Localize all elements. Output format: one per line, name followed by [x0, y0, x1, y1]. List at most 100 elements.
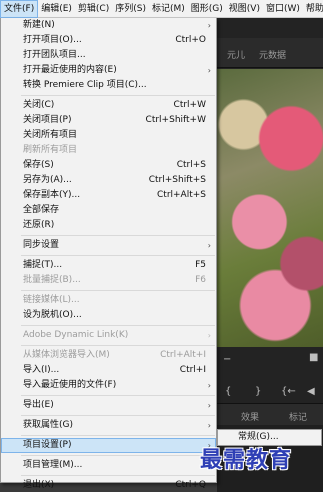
menu-item-label: 退出(X): [23, 480, 55, 490]
file-menu-item[interactable]: 设为脱机(O)...: [1, 308, 216, 323]
file-menu-item[interactable]: 全部保存: [1, 203, 216, 218]
menu-item-label: 链接媒体(L)...: [23, 295, 80, 305]
panel-tab-strip: 元儿 元数据: [217, 38, 323, 68]
menu-item-shortcut: Ctrl+I: [179, 365, 206, 375]
file-menu-item[interactable]: 转换 Premiere Clip 项目(C)...: [1, 78, 216, 93]
file-menu-item[interactable]: 获取属性(G) ›: [1, 418, 216, 433]
menu-item-label: 关闭(C): [23, 100, 55, 110]
menu-item-shortcut: Ctrl+O: [175, 35, 206, 45]
menu-item-label: 同步设置: [23, 240, 60, 250]
menu-item-shortcut: Ctrl+Alt+I: [160, 350, 206, 360]
tab-markers[interactable]: 标记: [289, 410, 307, 423]
file-menu-item[interactable]: 捕捉(T)... F5: [1, 258, 216, 273]
menu-separator: [21, 415, 215, 416]
menu-item-label: 另存为(A)...: [23, 175, 72, 185]
menu-item-label: 关闭项目(P): [23, 115, 72, 125]
step-back-icon[interactable]: ◀: [307, 386, 315, 397]
go-to-in-icon[interactable]: {←: [281, 386, 296, 397]
menu-item-label: 还原(R): [23, 220, 55, 230]
menu-file[interactable]: 文件(F): [0, 0, 39, 18]
file-menu-item[interactable]: 项目管理(M)...: [1, 458, 216, 473]
file-menu-item[interactable]: 项目设置(P) ›: [1, 438, 216, 453]
file-menu-item: 批量捕捉(B)... F6: [1, 273, 216, 288]
menu-bar: 文件(F) 编辑(E) 剪辑(C) 序列(S) 标记(M) 图形(G) 视图(V…: [0, 0, 323, 18]
menu-separator: [21, 255, 215, 256]
mark-in-icon[interactable]: {: [225, 386, 231, 397]
mark-out-icon[interactable]: }: [255, 386, 261, 397]
menu-item-label: 导入(I)...: [23, 365, 60, 375]
file-menu-item[interactable]: 退出(X) Ctrl+Q: [1, 478, 216, 492]
menu-sequence[interactable]: 序列(S): [112, 0, 149, 18]
file-menu-item: 从媒体浏览器导入(M) Ctrl+Alt+I: [1, 348, 216, 363]
file-menu-item[interactable]: 导入最近使用的文件(F) ›: [1, 378, 216, 393]
file-menu-item[interactable]: 另存为(A)... Ctrl+Shift+S: [1, 173, 216, 188]
menu-clip[interactable]: 剪辑(C): [75, 0, 112, 18]
menu-item-label: 捕捉(T)...: [23, 260, 63, 270]
file-menu-item[interactable]: 关闭项目(P) Ctrl+Shift+W: [1, 113, 216, 128]
file-menu-item[interactable]: 保存副本(Y)... Ctrl+Alt+S: [1, 188, 216, 203]
file-menu-item[interactable]: 打开团队项目...: [1, 48, 216, 63]
menu-view[interactable]: 视图(V): [226, 0, 263, 18]
menu-item-shortcut: Ctrl+Shift+S: [148, 175, 206, 185]
lower-tab-strip: 效果 标记: [217, 403, 323, 425]
menu-separator: [21, 325, 215, 326]
settings-icon[interactable]: ■: [309, 352, 318, 363]
menu-item-label: 保存(S): [23, 160, 54, 170]
file-menu-item[interactable]: 还原(R): [1, 218, 216, 233]
menu-item-shortcut: Ctrl+Alt+S: [157, 190, 206, 200]
menu-item-label: 从媒体浏览器导入(M): [23, 350, 110, 360]
file-menu-item: 链接媒体(L)...: [1, 293, 216, 308]
zoom-out-icon[interactable]: −: [223, 354, 231, 365]
file-menu-item[interactable]: 关闭(C) Ctrl+W: [1, 98, 216, 113]
file-menu-item[interactable]: 保存(S) Ctrl+S: [1, 158, 216, 173]
menu-separator: [21, 435, 215, 436]
menu-item-label: 设为脱机(O)...: [23, 310, 82, 320]
submenu-arrow-icon: ›: [207, 381, 211, 390]
tab-effects[interactable]: 效果: [241, 410, 259, 423]
menu-item-label: 打开团队项目...: [23, 50, 86, 60]
tab-metadata[interactable]: 元数据: [259, 48, 286, 61]
menu-help[interactable]: 帮助(: [303, 0, 323, 18]
submenu-arrow-icon: ›: [207, 241, 211, 250]
file-menu-item[interactable]: 同步设置 ›: [1, 238, 216, 253]
menu-separator: [21, 395, 215, 396]
menu-item-label: 刷新所有项目: [23, 145, 78, 155]
monitor-controls: − ■ { } {← ◀: [217, 348, 323, 403]
menu-item-label: 批量捕捉(B)...: [23, 275, 81, 285]
menu-item-shortcut: Ctrl+S: [176, 160, 206, 170]
menu-markers[interactable]: 标记(M): [149, 0, 188, 18]
menu-item-label: 导出(E): [23, 400, 54, 410]
menu-item-label: 项目管理(M)...: [23, 460, 83, 470]
menu-item-shortcut: Ctrl+Shift+W: [145, 115, 206, 125]
menu-item-label: 新建(N): [23, 20, 55, 30]
menu-item-label: 保存副本(Y)...: [23, 190, 81, 200]
file-menu-item[interactable]: 打开项目(O)... Ctrl+O: [1, 33, 216, 48]
file-menu: 新建(N) › 打开项目(O)... Ctrl+O 打开团队项目... 打开最近使用的内容…: [0, 18, 217, 490]
menu-edit[interactable]: 编辑(E): [38, 0, 75, 18]
file-menu-item[interactable]: 关闭所有项目: [1, 128, 216, 143]
submenu-arrow-icon: ›: [207, 331, 211, 340]
menu-item-label: Adobe Dynamic Link(K): [23, 330, 129, 340]
file-menu-item: 刷新所有项目: [1, 143, 216, 158]
menu-item-shortcut: F5: [195, 260, 206, 270]
menu-item-label: 获取属性(G): [23, 420, 73, 430]
menu-item-label: 导入最近使用的文件(F): [23, 380, 117, 390]
file-menu-item[interactable]: 导入(I)... Ctrl+I: [1, 363, 216, 378]
menu-item-shortcut: F6: [195, 275, 206, 285]
menu-item-shortcut: Ctrl+W: [173, 100, 206, 110]
file-menu-item[interactable]: 打开最近使用的内容(E) ›: [1, 63, 216, 78]
tab-partial[interactable]: 元儿: [227, 48, 245, 61]
file-menu-item[interactable]: 导出(E) ›: [1, 398, 216, 413]
submenu-arrow-icon: ›: [207, 401, 211, 410]
menu-separator: [21, 95, 215, 96]
menu-window[interactable]: 窗口(W): [263, 0, 303, 18]
watermark-text: 最需教育: [200, 447, 293, 473]
menu-item-label: 打开项目(O)...: [23, 35, 82, 45]
submenu-arrow-icon: ›: [207, 421, 211, 430]
file-menu-item[interactable]: 新建(N) ›: [1, 18, 216, 33]
menu-item-label: 关闭所有项目: [23, 130, 78, 140]
menu-graphics[interactable]: 图形(G): [188, 0, 226, 18]
menu-separator: [21, 290, 215, 291]
menu-item-label: 项目设置(P): [23, 440, 72, 450]
menu-separator: [21, 235, 215, 236]
